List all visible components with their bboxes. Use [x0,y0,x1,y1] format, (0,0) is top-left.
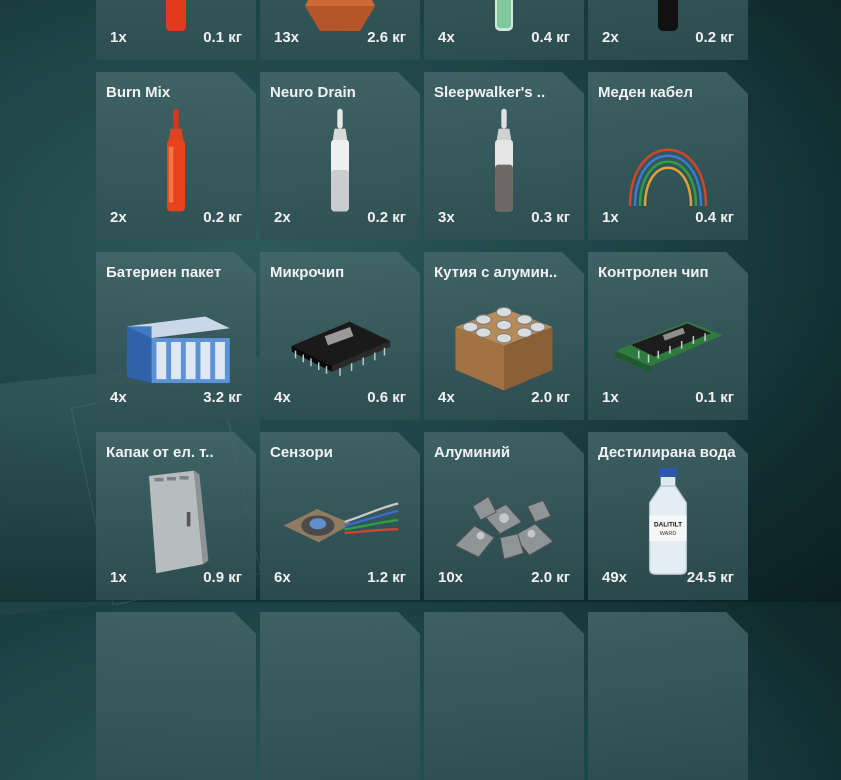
item-weight: 2.0 кг [531,389,570,406]
inventory-item[interactable]: Капак от ел. т.. 1x 0.9 кг [96,432,256,600]
inventory-item[interactable]: 4x 0.4 кг [424,0,584,60]
grey-ampoule-icon [444,106,564,216]
item-weight: 2.0 кг [531,569,570,586]
item-quantity: 4x [438,389,455,406]
item-name: Sleepwalker's .. [434,84,546,101]
item-weight: 0.2 кг [695,29,734,46]
battery-pack-icon [116,286,236,396]
inventory-item[interactable]: Контролен чип 1x 0.1 кг [588,252,748,420]
bottle-label-sub: WARD [660,531,677,537]
inventory-item[interactable]: Neuro Drain 2x 0.2 кг [260,72,420,240]
inventory-item[interactable]: Дестилирана вода DALITILT WARD 49x 24.5 … [588,432,748,600]
item-name: Батериен пакет [106,264,222,281]
item-quantity: 4x [110,389,127,406]
inventory-item[interactable] [260,612,420,780]
aluminum-box-icon [444,286,564,396]
item-quantity: 3x [438,209,455,226]
item-weight: 1.2 кг [367,569,406,586]
inventory-item[interactable]: Кутия с алумин.. 4x 2.0 кг [424,252,584,420]
microchip-icon [280,286,400,396]
item-quantity: 1x [110,29,127,46]
item-name: Микрочип [270,264,345,281]
panel-door-icon [116,466,236,576]
item-name: Алуминий [434,444,511,461]
item-name: Burn Mix [106,84,171,101]
item-name: Neuro Drain [270,84,356,101]
item-weight: 0.6 кг [367,389,406,406]
inventory-item[interactable]: 2x 0.2 кг [588,0,748,60]
bottle-label-brand: DALITILT [654,522,682,529]
item-weight: 3.2 кг [203,389,242,406]
item-quantity: 10x [438,569,464,586]
item-name: Капак от ел. т.. [106,444,214,461]
item-quantity: 49x [602,569,628,586]
inventory-item[interactable]: Меден кабел 1x 0.4 кг [588,72,748,240]
inventory-item[interactable]: 13x 2.6 кг [260,0,420,60]
item-quantity: 6x [274,569,291,586]
inventory-item[interactable]: Микрочип 4x 0.6 кг [260,252,420,420]
item-weight: 2.6 кг [367,29,406,46]
inventory-item[interactable] [588,612,748,780]
inventory-item[interactable]: Сензори 6x 1.2 кг [260,432,420,600]
item-weight: 0.2 кг [203,209,242,226]
inventory-item[interactable]: Burn Mix 2x 0.2 кг [96,72,256,240]
inventory-item[interactable]: Алуминий 10x 2.0 кг [424,432,584,600]
item-weight: 0.4 кг [531,29,570,46]
item-quantity: 4x [274,389,291,406]
aluminum-scrap-icon [444,466,564,576]
control-chip-icon [608,286,728,396]
item-quantity: 13x [274,29,300,46]
inventory-item[interactable]: Sleepwalker's .. 3x 0.3 кг [424,72,584,240]
item-quantity: 4x [438,29,455,46]
item-quantity: 1x [110,569,127,586]
item-weight: 0.3 кг [531,209,570,226]
item-name: Меден кабел [598,84,693,101]
item-weight: 24.5 кг [686,569,734,586]
clear-ampoule-icon [280,106,400,216]
item-quantity: 1x [602,389,619,406]
water-bottle-icon: DALITILT WARD [608,466,728,576]
inventory-item[interactable] [424,612,584,780]
item-name: Дестилирана вода [598,444,736,461]
sensor-icon [280,466,400,576]
item-name: Кутия с алумин.. [434,264,558,281]
item-name: Сензори [270,444,333,461]
red-ampoule-icon [116,106,236,216]
item-quantity: 2x [110,209,127,226]
item-weight: 0.4 кг [695,209,734,226]
item-name: Контролен чип [598,264,709,281]
item-weight: 0.1 кг [695,389,734,406]
inventory-grid: 1x 0.1 кг 13x 2.6 кг 4x 0.4 кг 2x 0.2 кг… [96,0,748,780]
inventory-item[interactable]: Батериен пакет 4x 3.2 кг [96,252,256,420]
item-weight: 0.2 кг [367,209,406,226]
inventory-item[interactable] [96,612,256,780]
item-quantity: 1x [602,209,619,226]
item-weight: 0.1 кг [203,29,242,46]
inventory-item[interactable]: 1x 0.1 кг [96,0,256,60]
copper-cable-icon [608,106,728,216]
item-quantity: 2x [274,209,291,226]
item-weight: 0.9 кг [203,569,242,586]
item-quantity: 2x [602,29,619,46]
